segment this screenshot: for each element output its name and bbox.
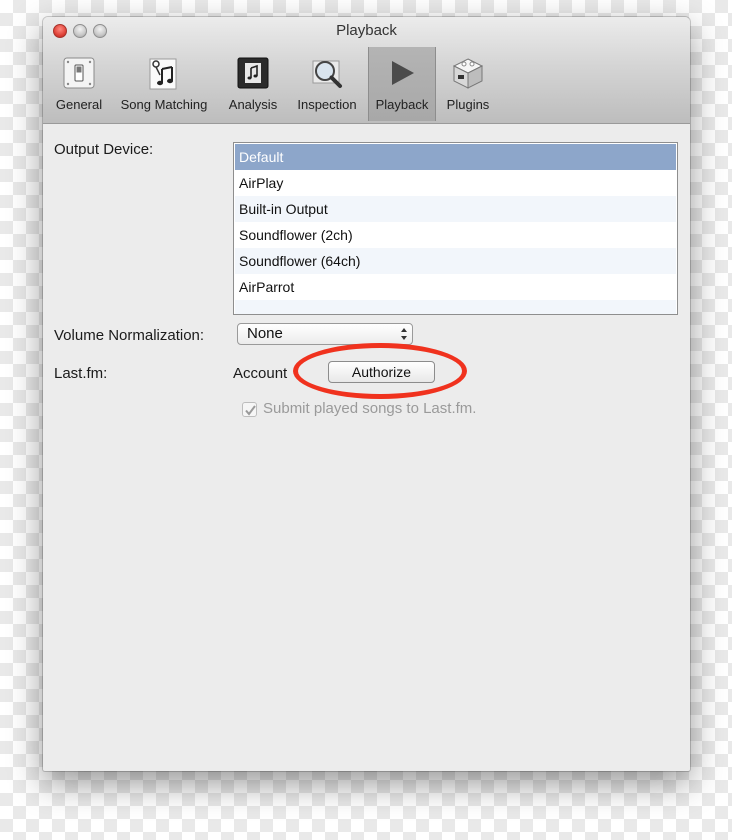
music-notes-icon [149,58,177,90]
list-item[interactable]: Soundflower (64ch) [235,248,676,274]
toolbar-song-matching-label: Song Matching [120,97,208,112]
account-label: Account [233,365,288,382]
title-bar: Playback General Song Matching Analysis … [43,17,690,124]
toolbar-playback-label: Playback [375,97,429,112]
toolbar-general-label: General [55,97,103,112]
list-item[interactable]: Soundflower (2ch) [235,222,676,248]
volume-normalization-select[interactable]: None [237,323,413,345]
checkmark-icon [245,405,256,416]
music-file-icon [237,57,269,89]
plugin-cube-icon [452,58,484,89]
toolbar-analysis[interactable]: Analysis [222,47,284,121]
switch-icon [63,57,95,89]
lastfm-label: Last.fm: [54,365,108,382]
magnifier-icon [312,60,342,88]
stepper-arrows-icon [401,328,407,340]
volume-normalization-label: Volume Normalization: [54,327,205,344]
submit-songs-label: Submit played songs to Last.fm. [263,400,477,417]
submit-songs-checkbox[interactable] [242,402,257,417]
toolbar-inspection[interactable]: Inspection [292,47,362,121]
list-item[interactable]: Built-in Output [235,196,676,222]
output-device-list[interactable]: Default AirPlay Built-in Output Soundflo… [233,142,678,315]
toolbar-playback[interactable]: Playback [368,47,436,121]
output-device-label: Output Device: [54,141,154,158]
toolbar-song-matching[interactable]: Song Matching [116,47,212,121]
toolbar-plugins-label: Plugins [446,97,490,112]
list-empty-row [235,300,676,314]
highlight-circle-annotation [293,343,467,399]
list-item[interactable]: Default [235,144,676,170]
toolbar-plugins[interactable]: Plugins [440,47,496,121]
toolbar-general[interactable]: General [51,47,107,121]
preferences-window: Playback General Song Matching Analysis … [43,17,690,771]
list-item[interactable]: AirParrot [235,274,676,300]
toolbar-analysis-label: Analysis [228,97,278,112]
window-title: Playback [336,22,397,39]
volume-normalization-value: None [247,325,283,342]
list-item[interactable]: AirPlay [235,170,676,196]
toolbar-inspection-label: Inspection [297,97,357,112]
play-icon [392,61,414,85]
